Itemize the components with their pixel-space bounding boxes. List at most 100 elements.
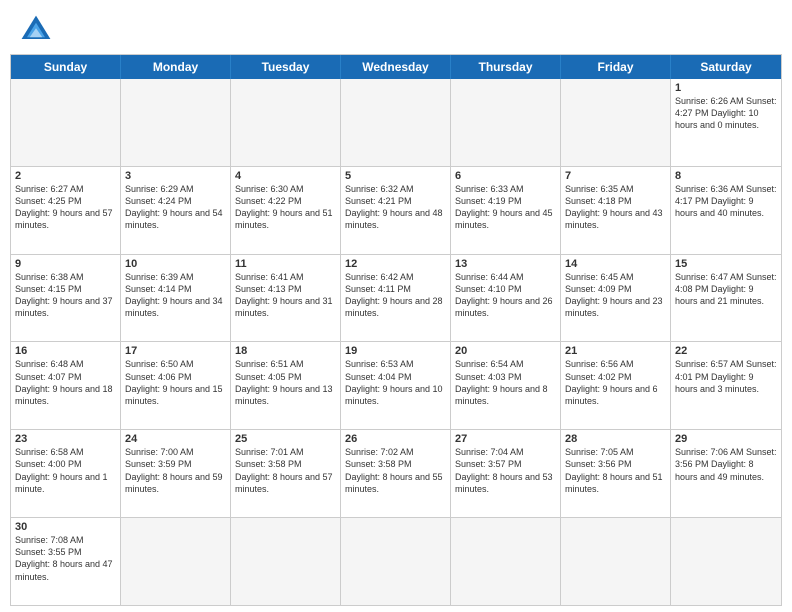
day-cell: 11Sunrise: 6:41 AM Sunset: 4:13 PM Dayli… (231, 255, 341, 342)
day-cell: 5Sunrise: 6:32 AM Sunset: 4:21 PM Daylig… (341, 167, 451, 254)
header (0, 0, 792, 54)
day-cell: 29Sunrise: 7:06 AM Sunset: 3:56 PM Dayli… (671, 430, 781, 517)
page: SundayMondayTuesdayWednesdayThursdayFrid… (0, 0, 792, 612)
day-info: Sunrise: 6:26 AM Sunset: 4:27 PM Dayligh… (675, 95, 777, 131)
day-cell: 18Sunrise: 6:51 AM Sunset: 4:05 PM Dayli… (231, 342, 341, 429)
day-cell (121, 79, 231, 166)
day-cell (451, 518, 561, 605)
day-cell: 19Sunrise: 6:53 AM Sunset: 4:04 PM Dayli… (341, 342, 451, 429)
day-info: Sunrise: 6:47 AM Sunset: 4:08 PM Dayligh… (675, 271, 777, 307)
logo (18, 12, 60, 48)
day-cell (231, 518, 341, 605)
day-header: Friday (561, 55, 671, 79)
day-info: Sunrise: 6:57 AM Sunset: 4:01 PM Dayligh… (675, 358, 777, 394)
day-info: Sunrise: 6:58 AM Sunset: 4:00 PM Dayligh… (15, 446, 116, 495)
day-cell: 6Sunrise: 6:33 AM Sunset: 4:19 PM Daylig… (451, 167, 561, 254)
day-number: 20 (455, 345, 556, 357)
day-cell (561, 518, 671, 605)
day-cell (451, 79, 561, 166)
day-number: 16 (15, 345, 116, 357)
day-cell: 21Sunrise: 6:56 AM Sunset: 4:02 PM Dayli… (561, 342, 671, 429)
day-header: Thursday (451, 55, 561, 79)
day-cell: 26Sunrise: 7:02 AM Sunset: 3:58 PM Dayli… (341, 430, 451, 517)
day-cell (231, 79, 341, 166)
day-cell: 30Sunrise: 7:08 AM Sunset: 3:55 PM Dayli… (11, 518, 121, 605)
day-number: 25 (235, 433, 336, 445)
day-info: Sunrise: 6:33 AM Sunset: 4:19 PM Dayligh… (455, 183, 556, 232)
day-number: 2 (15, 170, 116, 182)
week-row: 16Sunrise: 6:48 AM Sunset: 4:07 PM Dayli… (11, 341, 781, 429)
day-cell: 17Sunrise: 6:50 AM Sunset: 4:06 PM Dayli… (121, 342, 231, 429)
week-row: 1Sunrise: 6:26 AM Sunset: 4:27 PM Daylig… (11, 79, 781, 166)
day-number: 30 (15, 521, 116, 533)
day-number: 23 (15, 433, 116, 445)
day-cell: 13Sunrise: 6:44 AM Sunset: 4:10 PM Dayli… (451, 255, 561, 342)
day-cell (671, 518, 781, 605)
day-number: 5 (345, 170, 446, 182)
day-info: Sunrise: 6:29 AM Sunset: 4:24 PM Dayligh… (125, 183, 226, 232)
day-cell: 28Sunrise: 7:05 AM Sunset: 3:56 PM Dayli… (561, 430, 671, 517)
day-number: 17 (125, 345, 226, 357)
day-cell (121, 518, 231, 605)
calendar: SundayMondayTuesdayWednesdayThursdayFrid… (10, 54, 782, 606)
day-cell: 9Sunrise: 6:38 AM Sunset: 4:15 PM Daylig… (11, 255, 121, 342)
day-cell: 22Sunrise: 6:57 AM Sunset: 4:01 PM Dayli… (671, 342, 781, 429)
day-cell: 25Sunrise: 7:01 AM Sunset: 3:58 PM Dayli… (231, 430, 341, 517)
logo-icon (18, 12, 54, 48)
week-row: 2Sunrise: 6:27 AM Sunset: 4:25 PM Daylig… (11, 166, 781, 254)
day-number: 4 (235, 170, 336, 182)
day-headers: SundayMondayTuesdayWednesdayThursdayFrid… (11, 55, 781, 79)
day-cell: 16Sunrise: 6:48 AM Sunset: 4:07 PM Dayli… (11, 342, 121, 429)
day-cell: 4Sunrise: 6:30 AM Sunset: 4:22 PM Daylig… (231, 167, 341, 254)
day-info: Sunrise: 6:48 AM Sunset: 4:07 PM Dayligh… (15, 358, 116, 407)
day-info: Sunrise: 6:39 AM Sunset: 4:14 PM Dayligh… (125, 271, 226, 320)
day-cell: 7Sunrise: 6:35 AM Sunset: 4:18 PM Daylig… (561, 167, 671, 254)
day-info: Sunrise: 7:02 AM Sunset: 3:58 PM Dayligh… (345, 446, 446, 495)
day-header: Monday (121, 55, 231, 79)
day-header: Saturday (671, 55, 781, 79)
day-number: 18 (235, 345, 336, 357)
day-cell: 10Sunrise: 6:39 AM Sunset: 4:14 PM Dayli… (121, 255, 231, 342)
day-number: 11 (235, 258, 336, 270)
day-cell: 24Sunrise: 7:00 AM Sunset: 3:59 PM Dayli… (121, 430, 231, 517)
day-header: Sunday (11, 55, 121, 79)
day-number: 6 (455, 170, 556, 182)
day-header: Wednesday (341, 55, 451, 79)
week-row: 9Sunrise: 6:38 AM Sunset: 4:15 PM Daylig… (11, 254, 781, 342)
day-cell (341, 518, 451, 605)
day-number: 7 (565, 170, 666, 182)
day-info: Sunrise: 6:53 AM Sunset: 4:04 PM Dayligh… (345, 358, 446, 407)
day-info: Sunrise: 7:06 AM Sunset: 3:56 PM Dayligh… (675, 446, 777, 482)
day-cell: 8Sunrise: 6:36 AM Sunset: 4:17 PM Daylig… (671, 167, 781, 254)
day-info: Sunrise: 6:38 AM Sunset: 4:15 PM Dayligh… (15, 271, 116, 320)
day-number: 9 (15, 258, 116, 270)
day-cell: 1Sunrise: 6:26 AM Sunset: 4:27 PM Daylig… (671, 79, 781, 166)
day-cell (341, 79, 451, 166)
day-info: Sunrise: 6:56 AM Sunset: 4:02 PM Dayligh… (565, 358, 666, 407)
day-cell: 27Sunrise: 7:04 AM Sunset: 3:57 PM Dayli… (451, 430, 561, 517)
day-cell: 12Sunrise: 6:42 AM Sunset: 4:11 PM Dayli… (341, 255, 451, 342)
day-cell: 3Sunrise: 6:29 AM Sunset: 4:24 PM Daylig… (121, 167, 231, 254)
day-info: Sunrise: 6:27 AM Sunset: 4:25 PM Dayligh… (15, 183, 116, 232)
day-info: Sunrise: 6:50 AM Sunset: 4:06 PM Dayligh… (125, 358, 226, 407)
day-cell: 15Sunrise: 6:47 AM Sunset: 4:08 PM Dayli… (671, 255, 781, 342)
day-number: 26 (345, 433, 446, 445)
day-cell (561, 79, 671, 166)
day-number: 19 (345, 345, 446, 357)
day-number: 13 (455, 258, 556, 270)
day-info: Sunrise: 6:35 AM Sunset: 4:18 PM Dayligh… (565, 183, 666, 232)
day-number: 27 (455, 433, 556, 445)
week-row: 23Sunrise: 6:58 AM Sunset: 4:00 PM Dayli… (11, 429, 781, 517)
day-number: 3 (125, 170, 226, 182)
day-cell: 2Sunrise: 6:27 AM Sunset: 4:25 PM Daylig… (11, 167, 121, 254)
day-number: 1 (675, 82, 777, 94)
day-number: 22 (675, 345, 777, 357)
day-info: Sunrise: 6:42 AM Sunset: 4:11 PM Dayligh… (345, 271, 446, 320)
day-info: Sunrise: 6:44 AM Sunset: 4:10 PM Dayligh… (455, 271, 556, 320)
day-number: 24 (125, 433, 226, 445)
day-number: 29 (675, 433, 777, 445)
day-info: Sunrise: 6:54 AM Sunset: 4:03 PM Dayligh… (455, 358, 556, 407)
week-row: 30Sunrise: 7:08 AM Sunset: 3:55 PM Dayli… (11, 517, 781, 605)
day-info: Sunrise: 6:51 AM Sunset: 4:05 PM Dayligh… (235, 358, 336, 407)
day-info: Sunrise: 6:32 AM Sunset: 4:21 PM Dayligh… (345, 183, 446, 232)
